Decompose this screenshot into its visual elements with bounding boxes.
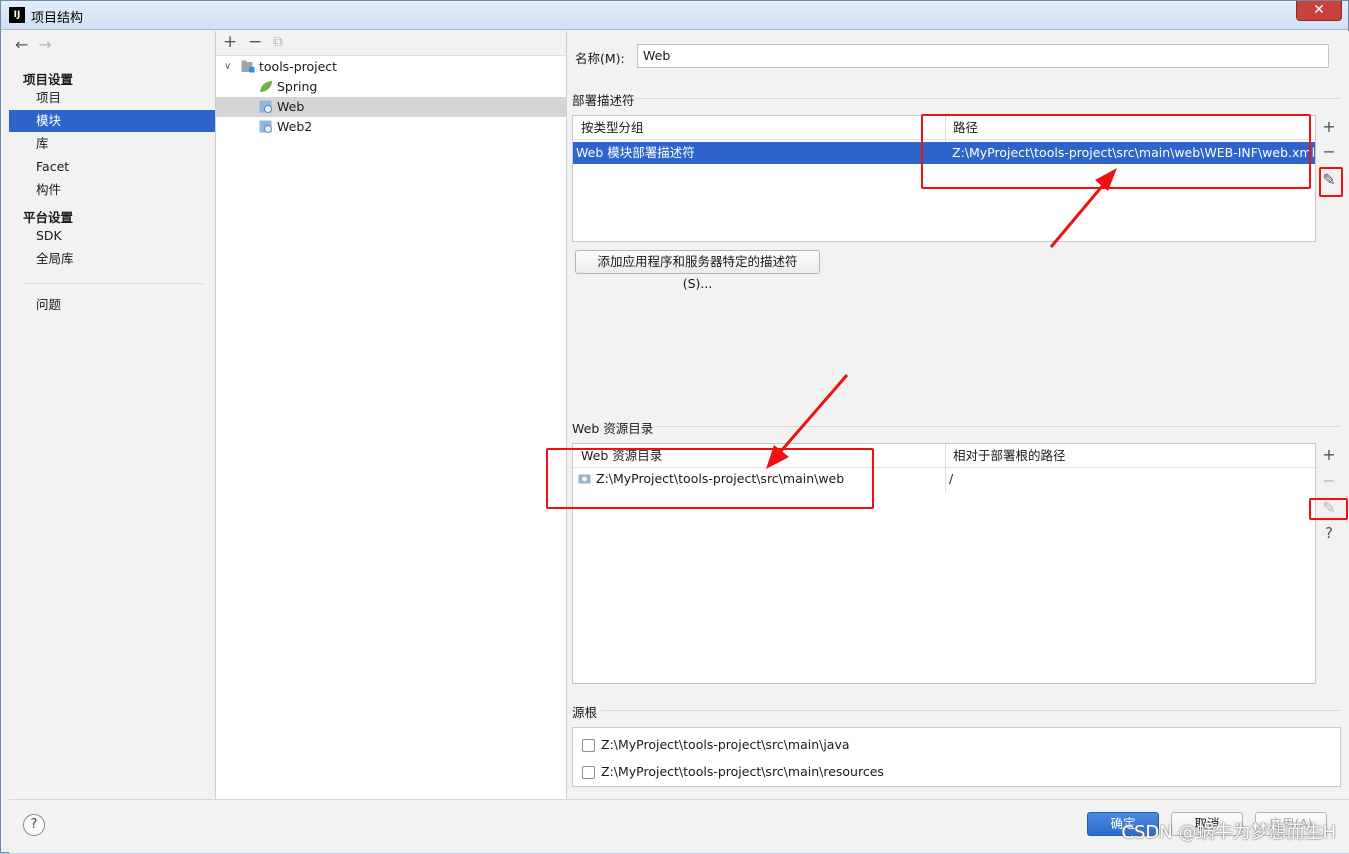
annotation-arrow [766, 374, 849, 469]
annotation-arrow [1049, 168, 1117, 248]
project-structure-window: IJ 项目结构 ✕ ← → 项目设置 项目 模块 库 Facet 构件 平台设置 … [0, 0, 1349, 853]
annotation-arrows [766, 168, 1117, 469]
watermark: CSDN @蜗牛为梦想而生H [1121, 822, 1336, 843]
